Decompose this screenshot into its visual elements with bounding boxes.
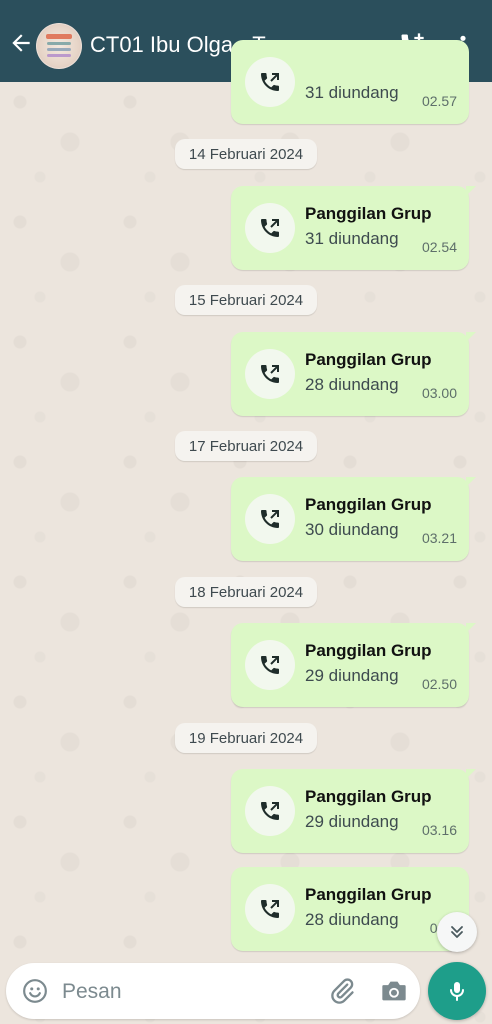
call-title: Panggilan Grup [305,204,432,223]
outgoing-call-icon [261,73,279,91]
call-time: 03.21 [421,530,457,546]
attach-icon[interactable] [328,977,356,1005]
bubble-tail [466,769,476,779]
call-message-partial[interactable]: 31 diundang 02.57 [231,40,469,124]
message-composer [6,963,420,1019]
call-message[interactable]: Panggilan Grup 28 diundang 03.1 [231,867,469,951]
call-title: Panggilan Grup [305,787,432,806]
group-avatar[interactable] [36,23,82,69]
call-subtitle: 29 diundang [305,666,399,685]
call-icon-wrap [245,57,295,107]
outgoing-call-icon [261,900,279,918]
call-subtitle: 28 diundang [305,910,399,929]
date-label: 17 Februari 2024 [188,437,304,455]
date-chip: 18 Februari 2024 [175,577,317,607]
outgoing-call-icon [261,219,279,237]
double-chevron-down-icon [451,926,463,938]
date-chip: 15 Februari 2024 [175,285,317,315]
call-subtitle: 28 diundang [305,375,399,394]
date-chip: 14 Februari 2024 [175,139,317,169]
call-title: Panggilan Grup [305,885,432,904]
camera-icon[interactable] [380,978,408,1004]
outgoing-call-icon [261,365,279,383]
date-label: 15 Februari 2024 [188,291,304,309]
date-chip: 19 Februari 2024 [175,723,317,753]
call-message[interactable]: Panggilan Grup 30 diundang 03.21 [231,477,476,561]
call-icon-wrap [245,640,295,690]
date-label: 14 Februari 2024 [188,145,304,163]
call-icon-wrap [245,349,295,399]
call-icon-wrap [245,786,295,836]
call-time: 02.54 [421,239,457,255]
bubble-tail [466,623,476,633]
emoji-icon[interactable] [22,978,48,1004]
date-label: 19 Februari 2024 [188,729,304,747]
date-chip: 17 Februari 2024 [175,431,317,461]
bubble-tail [466,477,476,487]
call-time: 03.00 [421,385,457,401]
call-subtitle: 30 diundang [305,520,399,539]
call-time: 02.57 [421,93,457,109]
back-arrow-icon[interactable] [8,30,34,56]
outgoing-call-icon [261,802,279,820]
outgoing-call-icon [261,510,279,528]
call-icon-wrap [245,494,295,544]
call-title: Panggilan Grup [305,641,432,660]
message-input[interactable] [60,976,314,1008]
call-time: 03.16 [421,822,457,838]
call-message[interactable]: Panggilan Grup 29 diundang 03.16 [231,769,476,853]
bubble-tail [466,186,476,196]
call-title: Panggilan Grup [305,495,432,514]
call-title: Panggilan Grup [305,350,432,369]
call-icon-wrap [245,203,295,253]
call-subtitle: 31 diundang [305,83,399,102]
outgoing-call-icon [261,656,279,674]
call-icon-wrap [245,884,295,934]
mic-icon [450,982,464,1001]
call-time: 02.50 [421,676,457,692]
call-subtitle: 29 diundang [305,812,399,831]
date-label: 18 Februari 2024 [188,583,304,601]
call-message[interactable]: Panggilan Grup 31 diundang 02.54 [231,186,476,270]
call-message[interactable]: Panggilan Grup 28 diundang 03.00 [231,332,476,416]
call-subtitle: 31 diundang [305,229,399,248]
mic-button[interactable] [428,962,486,1020]
call-message[interactable]: Panggilan Grup 29 diundang 02.50 [231,623,476,707]
scroll-to-bottom-button[interactable] [437,912,477,952]
bubble-tail [466,332,476,342]
